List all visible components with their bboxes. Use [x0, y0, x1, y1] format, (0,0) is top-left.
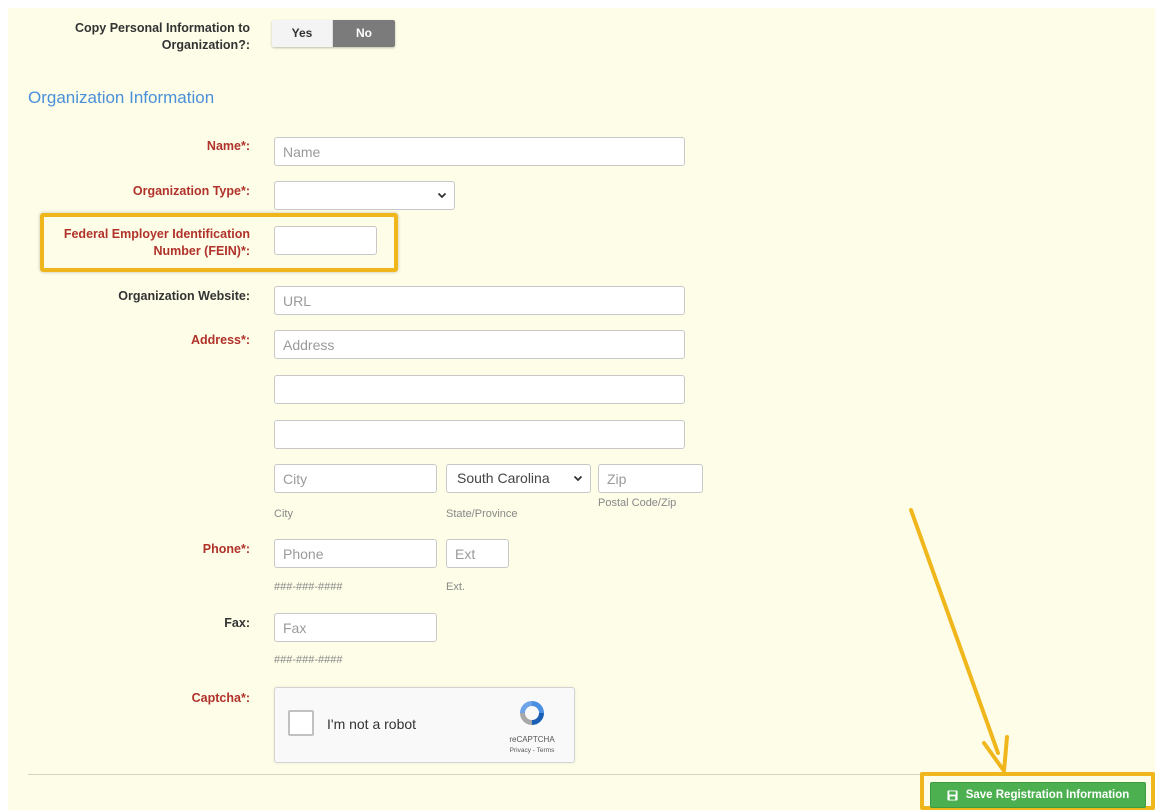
section-title: Organization Information [28, 88, 215, 107]
copy-info-label: Copy Personal Information to Organizatio… [74, 21, 250, 52]
name-input[interactable] [274, 137, 685, 166]
fein-label-line1: Federal Employer Identification [63, 227, 250, 241]
phone-input[interactable] [274, 539, 437, 568]
ext-input[interactable] [446, 539, 509, 568]
copy-no-button[interactable]: No [333, 20, 395, 47]
org-type-label: Organization Type*: [132, 184, 250, 198]
ext-help: Ext. [446, 581, 465, 593]
name-label: Name*: [206, 139, 250, 153]
zip-help: Postal Code/Zip [598, 497, 677, 509]
fein-label: Federal Employer Identification Number (… [10, 226, 250, 260]
recaptcha-terms-link[interactable]: Privacy - Terms [502, 747, 562, 754]
address-line2-input[interactable] [274, 375, 685, 404]
recaptcha-checkbox[interactable] [288, 710, 314, 736]
zip-input[interactable] [598, 464, 703, 493]
address-line1-input[interactable] [274, 330, 685, 359]
fein-input[interactable] [274, 226, 377, 255]
copy-yes-button[interactable]: Yes [272, 20, 333, 47]
fein-label-line2: Number (FEIN)*: [153, 244, 250, 258]
save-registration-button[interactable]: Save Registration Information [930, 782, 1146, 808]
state-help: State/Province [446, 508, 518, 520]
chevron-down-icon [437, 182, 447, 219]
recaptcha-widget: I'm not a robot reCAPTCHA Privacy - Term… [274, 687, 575, 763]
state-select[interactable]: South Carolina [446, 464, 591, 493]
address-line3-input[interactable] [274, 420, 685, 449]
chevron-down-icon [573, 465, 583, 502]
fax-label: Fax: [224, 616, 250, 630]
org-type-select[interactable] [274, 181, 455, 210]
save-button-label: Save Registration Information [965, 789, 1130, 801]
captcha-label: Captcha*: [191, 691, 250, 705]
phone-help: ###-###-#### [274, 581, 343, 593]
recaptcha-text: I'm not a robot [327, 716, 417, 732]
phone-label: Phone*: [202, 542, 250, 556]
page: Copy Personal Information to Organizatio… [0, 0, 1155, 810]
copy-info-toggle: Yes No [272, 20, 395, 47]
state-value: South Carolina [457, 470, 550, 486]
website-input[interactable] [274, 286, 685, 315]
address-label: Address*: [190, 333, 250, 347]
floppy-disk-icon [947, 789, 958, 801]
fax-help: ###-###-#### [274, 654, 343, 666]
city-input[interactable] [274, 464, 437, 493]
arrow-annotation-icon [909, 508, 1009, 773]
city-help: City [274, 508, 293, 520]
fax-input[interactable] [274, 613, 437, 642]
website-label: Organization Website: [118, 289, 250, 303]
recaptcha-logo-icon [516, 697, 548, 734]
recaptcha-brand: reCAPTCHA [509, 735, 555, 744]
